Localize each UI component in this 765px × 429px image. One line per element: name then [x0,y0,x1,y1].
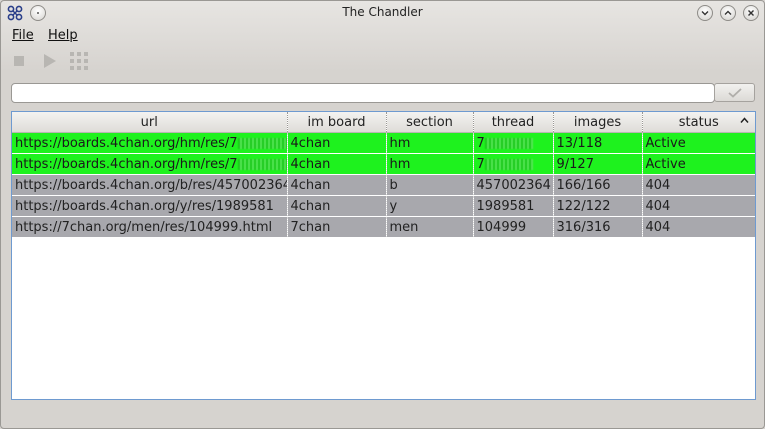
cell-thread-text: 7 [476,156,485,172]
cell-section: men [386,216,474,238]
window-title: The Chandler [342,5,423,19]
cell-thread: 7 [473,132,554,154]
column-header-thread-label: thread [491,114,535,130]
table-row[interactable]: https://boards.4chan.org/y/res/1989581 4… [12,195,755,217]
cell-images: 122/122 [553,195,643,217]
column-header-section-label: section [406,114,453,130]
cell-url: https://boards.4chan.org/b/res/457002364 [12,174,288,196]
column-header-section[interactable]: section [386,112,474,133]
cell-board: 7chan [287,216,387,238]
chevron-up-icon [724,10,732,15]
table-row[interactable]: https://7chan.org/men/res/104999.html 7c… [12,216,755,238]
cell-board: 4chan [287,153,387,175]
cell-url: https://boards.4chan.org/hm/res/7 [12,153,288,175]
cell-thread: 104999 [473,216,554,238]
cell-board: 4chan [287,132,387,154]
cell-thread: 457002364 [473,174,554,196]
play-icon[interactable] [40,51,60,71]
title-bar[interactable]: The Chandler [1,1,764,25]
cell-section: hm [386,153,474,175]
close-button[interactable] [743,5,759,21]
cell-status: Active [642,153,755,175]
grid-icon[interactable] [69,51,89,71]
table-row[interactable]: https://boards.4chan.org/hm/res/7 4chan … [12,132,755,154]
column-header-status[interactable]: status [642,112,755,133]
cell-status: Active [642,132,755,154]
cell-status: 404 [642,195,755,217]
maximize-button[interactable] [720,5,736,21]
column-header-thread[interactable]: thread [473,112,554,133]
cell-url: https://boards.4chan.org/hm/res/7 [12,132,288,154]
redacted-mark [484,158,533,170]
cell-status: 404 [642,216,755,238]
cell-thread: 7 [473,153,554,175]
cell-url: https://7chan.org/men/res/104999.html [12,216,288,238]
column-header-board-label: im board [307,114,366,130]
thread-url-input[interactable] [11,83,715,103]
checkmark-icon [728,88,742,98]
cell-board: 4chan [287,195,387,217]
menu-bar: File Help [1,25,764,47]
chevron-down-icon [701,11,709,16]
column-header-url-label: url [140,114,158,130]
cell-url-text: https://boards.4chan.org/hm/res/7 [15,156,238,172]
cell-section: y [386,195,474,217]
cell-images: 9/127 [553,153,643,175]
cell-board: 4chan [287,174,387,196]
menu-help-label: Help [48,28,78,43]
menu-file-label: File [12,28,34,43]
redacted-mark [484,137,533,149]
redacted-mark [237,137,286,149]
main-window: The Chandler File Help url im board sect… [0,0,765,429]
sort-ascending-icon [740,117,749,123]
cell-thread: 1989581 [473,195,554,217]
redacted-mark [237,158,286,170]
cell-section: hm [386,132,474,154]
column-header-url[interactable]: url [12,112,288,133]
cell-url-text: https://boards.4chan.org/hm/res/7 [15,135,238,151]
close-icon [748,10,754,16]
stop-icon[interactable] [10,51,30,71]
menu-file[interactable]: File [12,28,34,43]
cell-images: 166/166 [553,174,643,196]
toolbar [1,49,764,73]
cell-images: 316/316 [553,216,643,238]
add-thread-button[interactable] [714,83,755,102]
table-row[interactable]: https://boards.4chan.org/b/res/457002364… [12,174,755,196]
column-header-images-label: images [573,114,622,130]
table-row[interactable]: https://boards.4chan.org/hm/res/7 4chan … [12,153,755,175]
table-header: url im board section thread images statu… [12,112,755,133]
cell-section: b [386,174,474,196]
column-header-images[interactable]: images [553,112,643,133]
cell-images: 13/118 [553,132,643,154]
menu-help[interactable]: Help [48,28,78,43]
cell-thread-text: 7 [476,135,485,151]
cell-url: https://boards.4chan.org/y/res/1989581 [12,195,288,217]
status-bar [1,405,764,427]
column-header-status-label: status [678,114,719,130]
cell-status: 404 [642,174,755,196]
column-header-board[interactable]: im board [287,112,387,133]
minimize-button[interactable] [697,5,713,21]
threads-table[interactable]: url im board section thread images statu… [11,111,756,400]
